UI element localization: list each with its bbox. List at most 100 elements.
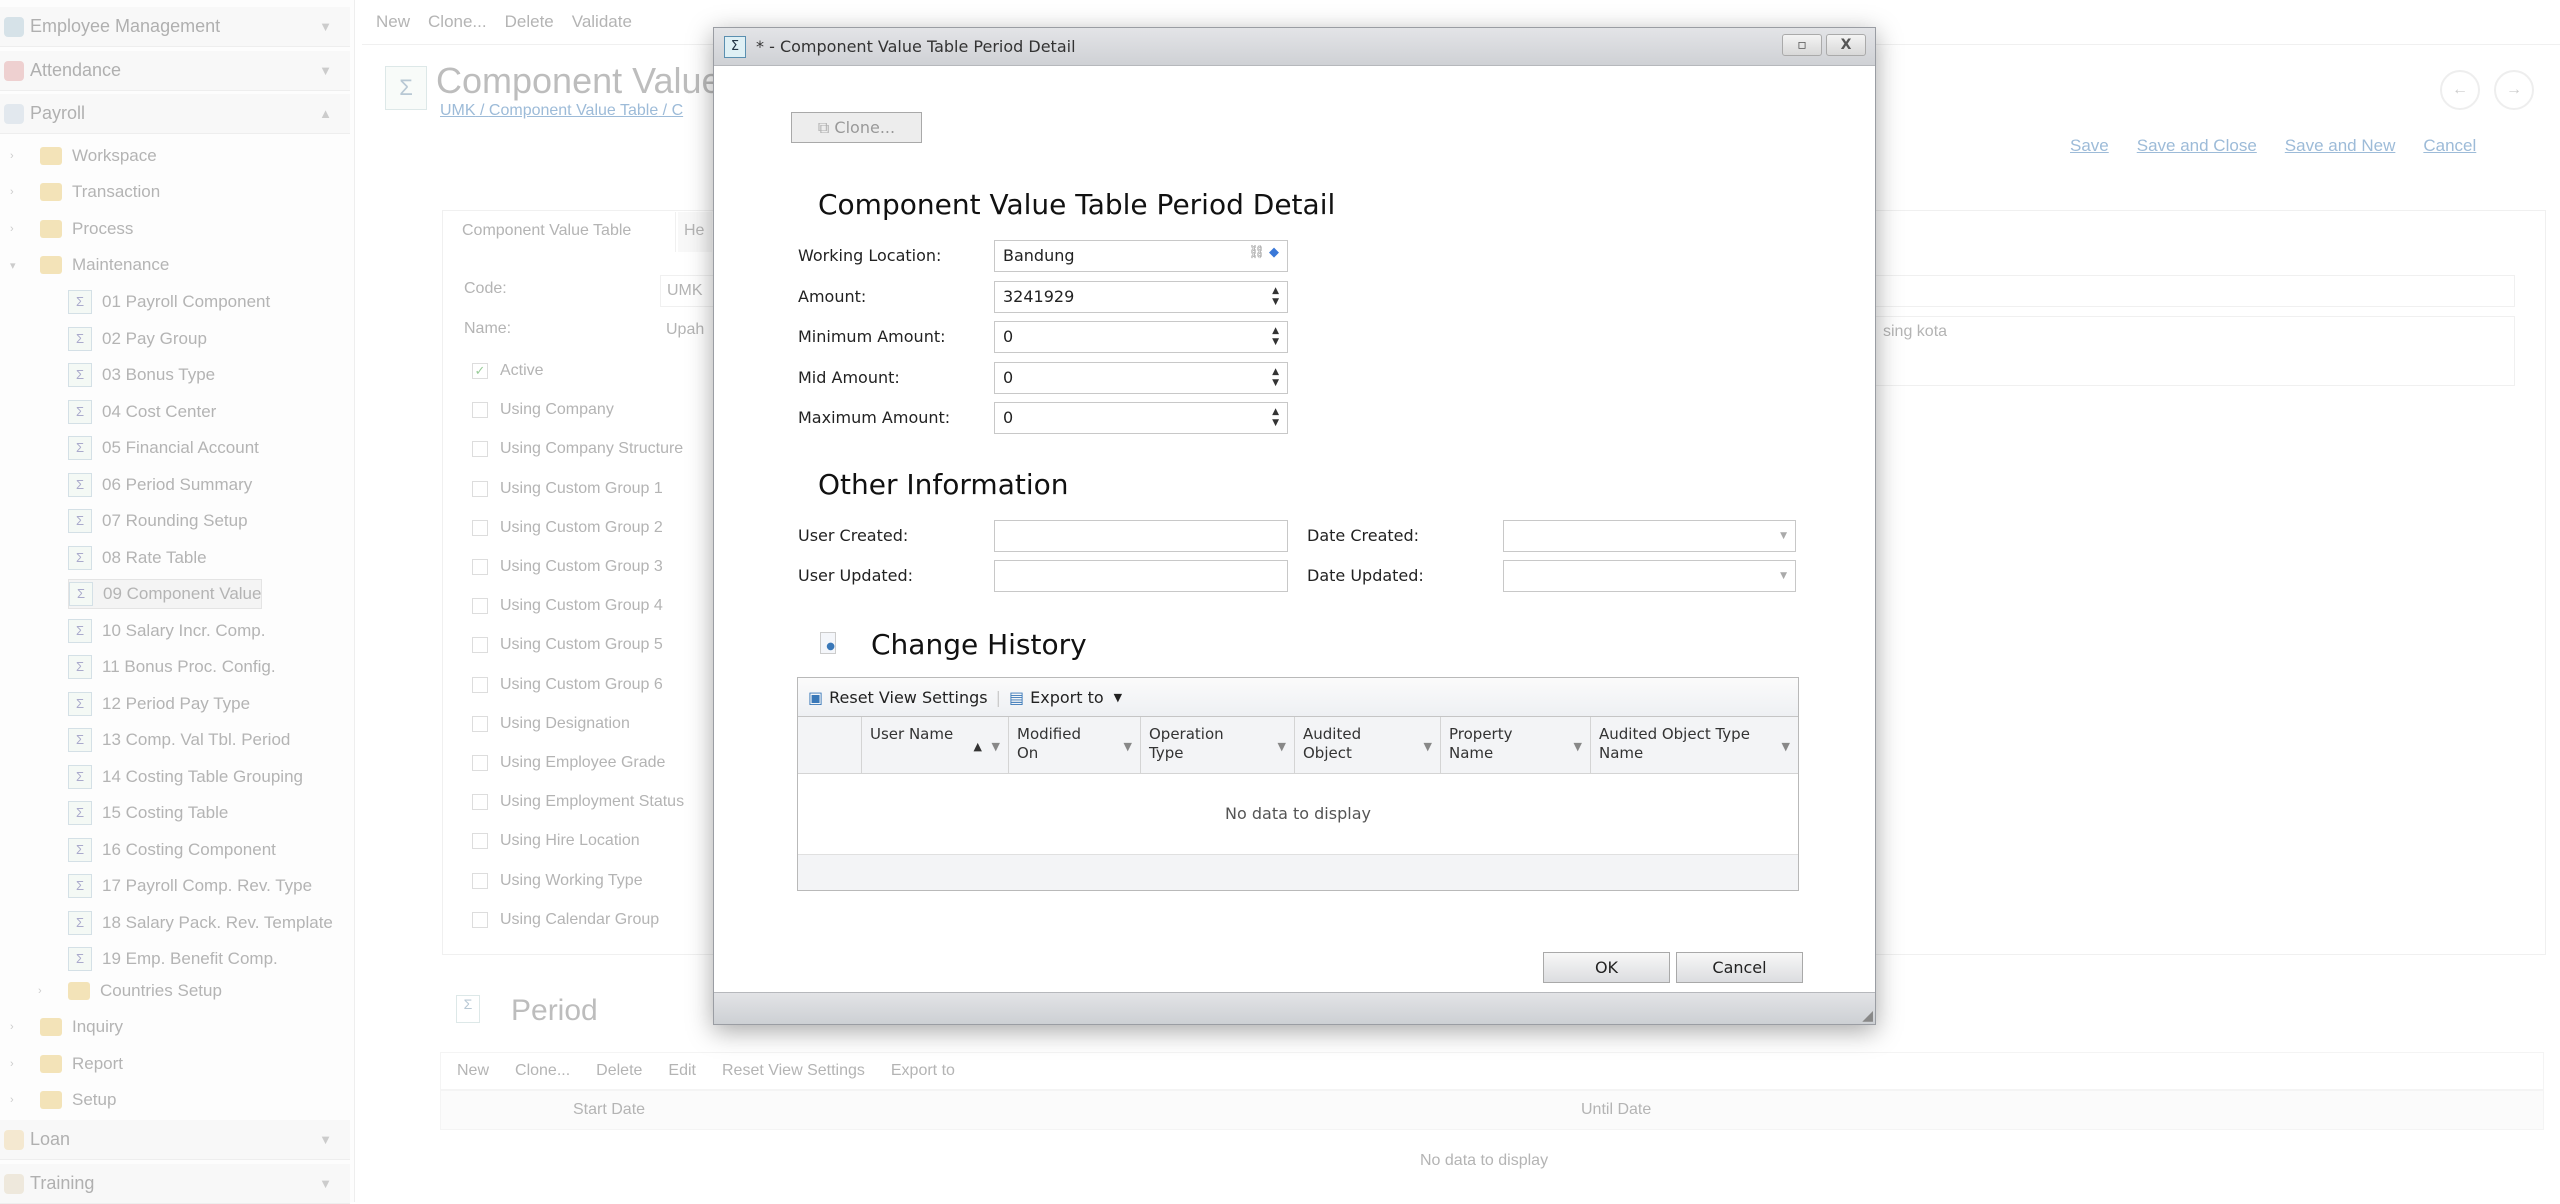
sidebar-group-1[interactable]: Attendance ▼ [0, 51, 350, 91]
close-button[interactable]: X [1826, 34, 1866, 56]
save-button[interactable]: Save [2070, 136, 2109, 156]
option-checkbox[interactable]: Using Custom Group 6 [472, 676, 663, 694]
filter-icon[interactable]: ▼ [1424, 737, 1432, 756]
tab-component-value-table[interactable]: Component Value Table [444, 212, 676, 252]
ok-button[interactable]: OK [1543, 952, 1670, 983]
dropdown-arrow-icon[interactable]: ▼ [1780, 571, 1787, 582]
expand-arrow-icon[interactable]: › [10, 186, 14, 198]
option-checkbox[interactable]: Using Company Structure [472, 440, 683, 458]
sidebar-group-4[interactable]: Training ▼ [0, 1164, 350, 1204]
sidebar-group-2[interactable]: Payroll ▲ [0, 94, 350, 134]
spin-buttons[interactable]: ▲ ▼ [1272, 326, 1279, 348]
period-clone-button[interactable]: Clone... [515, 1062, 570, 1080]
dropdown-arrow-icon[interactable]: ▼ [1780, 531, 1787, 542]
column-header[interactable]: Modified On ▼ [1008, 717, 1140, 774]
chevron-down-icon[interactable]: ▼ [319, 63, 332, 78]
expand-arrow-icon[interactable]: › [38, 985, 42, 997]
period-export-button[interactable]: Export to [891, 1062, 955, 1080]
next-record-button[interactable]: → [2494, 70, 2534, 110]
sort-ascending-icon[interactable]: ▲ [974, 737, 982, 756]
checkbox-box[interactable] [472, 833, 488, 850]
resize-grip-icon[interactable]: ◢ [1862, 1008, 1873, 1024]
tree-item[interactable]: Σ 16 Costing Component [68, 835, 276, 865]
period-edit-button[interactable]: Edit [668, 1062, 696, 1080]
tree-item[interactable]: Σ 10 Salary Incr. Comp. [68, 616, 265, 646]
checkbox-box[interactable] [472, 441, 488, 458]
chevron-down-icon[interactable]: ▼ [319, 19, 332, 34]
tree-item[interactable]: Σ 14 Costing Table Grouping [68, 762, 303, 792]
option-checkbox[interactable]: Using Designation [472, 715, 630, 733]
tab-second[interactable]: He [678, 212, 712, 252]
prev-record-button[interactable]: ← [2440, 70, 2480, 110]
filter-icon[interactable]: ▼ [1124, 737, 1132, 756]
option-checkbox[interactable]: Using Custom Group 2 [472, 519, 663, 537]
clone-button[interactable]: Clone... [428, 12, 487, 32]
spin-buttons[interactable]: ▲ ▼ [1272, 407, 1279, 429]
date-updated-field[interactable]: ▼ [1503, 560, 1796, 592]
expand-arrow-icon[interactable]: › [10, 223, 14, 235]
clone-button[interactable]: ⧉ Clone... [791, 112, 922, 143]
tree-item[interactable]: Σ 04 Cost Center [68, 397, 216, 427]
filter-icon[interactable]: ▼ [1782, 737, 1790, 756]
tree-item[interactable]: Σ 17 Payroll Comp. Rev. Type [68, 871, 312, 901]
tree-item[interactable]: Σ 09 Component Value [68, 579, 263, 609]
expand-arrow-icon[interactable]: › [10, 1094, 14, 1106]
tree-item[interactable]: Σ 02 Pay Group [68, 324, 207, 354]
tree-item[interactable]: Σ 06 Period Summary [68, 470, 252, 500]
column-header[interactable]: User Name ▼ ▲ [861, 717, 1008, 774]
option-checkbox[interactable]: Using Calendar Group [472, 911, 659, 929]
name-field[interactable]: Upah [660, 315, 705, 347]
expand-arrow-icon[interactable]: › [10, 1021, 14, 1033]
save-and-new-button[interactable]: Save and New [2285, 136, 2396, 156]
reset-view-settings-button[interactable]: Reset View Settings [829, 688, 987, 707]
checkbox-box[interactable] [472, 755, 488, 771]
tree-item[interactable]: Σ 13 Comp. Val Tbl. Period [68, 725, 290, 755]
period-delete-button[interactable]: Delete [596, 1062, 642, 1080]
tree-folder[interactable]: › Workspace [10, 141, 157, 171]
eraser-icon[interactable]: ◆ [1269, 245, 1279, 260]
tree-item[interactable]: Σ 18 Salary Pack. Rev. Template [68, 908, 333, 938]
delete-button[interactable]: Delete [505, 12, 554, 32]
spin-buttons[interactable]: ▲ ▼ [1272, 367, 1279, 389]
period-new-button[interactable]: New [457, 1062, 489, 1080]
tree-item[interactable]: Σ 12 Period Pay Type [68, 689, 250, 719]
expand-arrow-icon[interactable]: › [10, 150, 14, 162]
checkbox-box[interactable] [472, 402, 488, 419]
tree-folder[interactable]: › Transaction [10, 177, 160, 207]
chevron-up-icon[interactable]: ▲ [319, 106, 332, 121]
tree-item[interactable]: Σ 01 Payroll Component [68, 287, 270, 317]
tree-item[interactable]: Σ 05 Financial Account [68, 433, 259, 463]
user-updated-field[interactable] [994, 560, 1288, 592]
amount-spin-field[interactable]: 0 ▲ ▼ [994, 361, 1288, 394]
filter-icon[interactable]: ▼ [1278, 737, 1286, 756]
checkbox-box[interactable] [472, 598, 488, 615]
sidebar-group-0[interactable]: Employee Management ▼ [0, 7, 350, 47]
breadcrumb-item[interactable]: Component Value Table [489, 102, 658, 119]
sidebar-group-3[interactable]: Loan ▼ [0, 1120, 350, 1160]
tree-item[interactable]: Σ 07 Rounding Setup [68, 506, 248, 536]
filter-icon[interactable]: ▼ [1574, 737, 1582, 756]
tree-folder[interactable]: › Countries Setup [38, 976, 222, 1006]
checkbox-box[interactable] [472, 676, 488, 693]
checkbox-box[interactable] [472, 637, 488, 654]
chevron-down-icon[interactable]: ▼ [319, 1132, 332, 1147]
expand-arrow-icon[interactable]: ▾ [10, 259, 16, 272]
checkbox-box[interactable]: ✓ [472, 363, 488, 379]
dialog-title-bar[interactable]: Σ * - Component Value Table Period Detai… [714, 28, 1875, 66]
checkbox-box[interactable] [472, 519, 488, 536]
tree-folder[interactable]: › Process [10, 214, 133, 244]
tree-folder[interactable]: ▾ Maintenance [10, 250, 169, 280]
checkbox-box[interactable] [472, 480, 488, 497]
tree-folder[interactable]: › Report [10, 1049, 123, 1079]
tree-item[interactable]: Σ 15 Costing Table [68, 798, 228, 828]
chevron-down-icon[interactable]: ▼ [319, 1176, 332, 1191]
expand-arrow-icon[interactable]: › [10, 1058, 14, 1070]
option-checkbox[interactable]: Using Company [472, 401, 614, 419]
cancel-button[interactable]: Cancel [1676, 952, 1803, 983]
tree-item[interactable]: Σ 03 Bonus Type [68, 360, 215, 390]
option-checkbox[interactable]: Using Employee Grade [472, 754, 665, 772]
save-and-close-button[interactable]: Save and Close [2137, 136, 2257, 156]
option-checkbox[interactable]: Using Custom Group 5 [472, 636, 663, 654]
link-icon[interactable]: ⛓ [1248, 245, 1269, 260]
option-checkbox[interactable]: Using Working Type [472, 872, 643, 890]
